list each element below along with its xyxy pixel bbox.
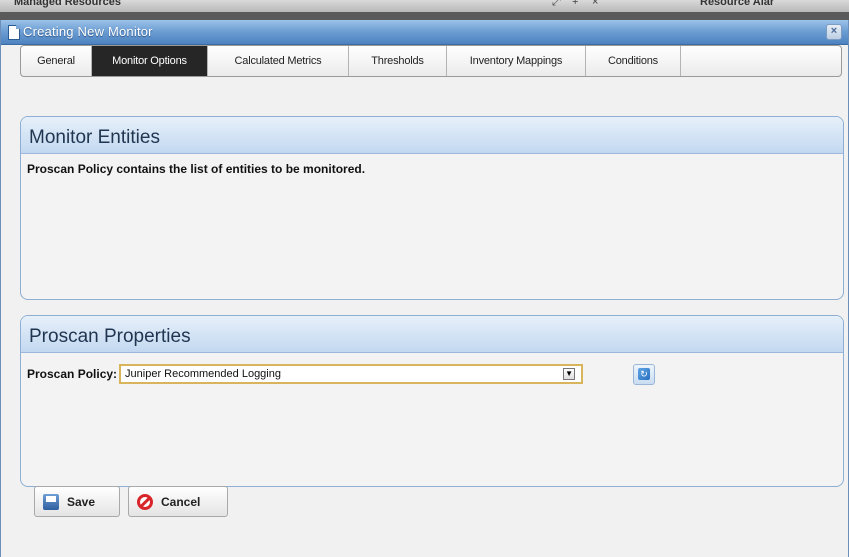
document-icon [8, 25, 20, 40]
refresh-icon: ↻ [638, 368, 650, 380]
background-window-strip: Managed Resources ⤢ + × Resource Alar [0, 0, 849, 12]
tab-monitor-options[interactable]: Monitor Options [92, 46, 208, 76]
tab-conditions[interactable]: Conditions [586, 46, 681, 76]
tab-inventory-mappings[interactable]: Inventory Mappings [447, 46, 586, 76]
cancel-button[interactable]: Cancel [128, 486, 228, 517]
proscan-policy-row: Proscan Policy: Juniper Recommended Logg… [27, 364, 584, 384]
cancel-icon [137, 493, 153, 510]
dialog-titlebar[interactable]: Creating New Monitor × [1, 20, 848, 45]
save-icon [43, 493, 59, 510]
tab-thresholds[interactable]: Thresholds [349, 46, 447, 76]
cancel-button-label: Cancel [161, 494, 201, 509]
chevron-down-icon[interactable]: ▼ [563, 368, 576, 380]
save-button[interactable]: Save [34, 486, 120, 517]
background-window-title-2: Resource Alar [700, 0, 775, 8]
monitor-entities-heading: Monitor Entities [21, 117, 843, 154]
tab-general[interactable]: General [21, 46, 92, 76]
proscan-policy-select[interactable]: Juniper Recommended Logging ▼ [119, 364, 584, 384]
refresh-button[interactable]: ↻ [633, 364, 655, 385]
tab-bar: General Monitor Options Calculated Metri… [20, 45, 842, 77]
background-window-title: Managed Resources [14, 0, 121, 8]
dialog-title: Creating New Monitor [23, 24, 153, 39]
background-maximize-icon[interactable]: ⤢ [552, 0, 561, 9]
monitor-entities-description: Proscan Policy contains the list of enti… [27, 162, 366, 176]
proscan-properties-heading: Proscan Properties [21, 316, 843, 353]
background-add-icon[interactable]: + [572, 0, 578, 8]
tab-calculated-metrics[interactable]: Calculated Metrics [208, 46, 349, 76]
save-button-label: Save [67, 494, 96, 509]
proscan-policy-value: Juniper Recommended Logging [125, 368, 281, 380]
close-icon[interactable]: × [826, 24, 842, 40]
background-close-icon[interactable]: × [592, 0, 598, 8]
proscan-properties-panel: Proscan Properties Proscan Policy: Junip… [20, 315, 844, 487]
proscan-policy-label: Proscan Policy: [27, 367, 118, 381]
monitor-entities-panel: Monitor Entities Proscan Policy contains… [20, 116, 844, 300]
